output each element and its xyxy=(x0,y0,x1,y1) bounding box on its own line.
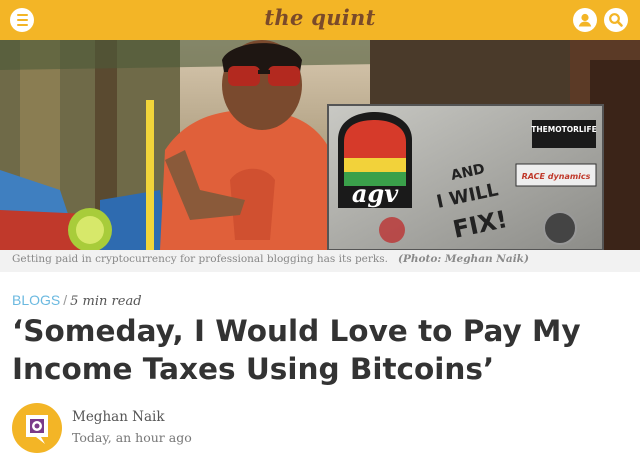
search-icon[interactable] xyxy=(604,8,628,32)
category-link[interactable]: BLOGS xyxy=(12,292,60,308)
board-motorlife-text: THEMOTORLIFE xyxy=(531,125,596,134)
article-meta: BLOGS/5 min read xyxy=(12,292,142,309)
image-caption: Getting paid in cryptocurrency for profe… xyxy=(12,253,529,265)
headline-line-1: ‘Someday, I Would Love to Pay My xyxy=(12,314,581,348)
read-time: 5 min read xyxy=(70,294,142,309)
site-logo[interactable]: the quint xyxy=(0,5,640,30)
image-caption-bar: Getting paid in cryptocurrency for profe… xyxy=(0,250,640,272)
board-agv-text: agv xyxy=(352,179,399,208)
author-avatar[interactable] xyxy=(12,403,62,453)
top-navigation-bar: the quint xyxy=(0,0,640,40)
headline-line-2: Income Taxes Using Bitcoins’ xyxy=(12,352,495,386)
publish-time: Today, an hour ago xyxy=(72,430,192,445)
author-name[interactable]: Meghan Naik xyxy=(72,409,165,425)
article-headline: ‘Someday, I Would Love to Pay My Income … xyxy=(12,312,612,388)
board-race-text: RACE dynamics xyxy=(522,172,591,181)
hero-image: agv AND I WILL FIX! THEMOTORLIFE RACE dy… xyxy=(0,40,640,250)
photo-credit: (Photo: Meghan Naik) xyxy=(398,253,529,265)
caption-text: Getting paid in cryptocurrency for profe… xyxy=(12,253,389,265)
user-icon[interactable] xyxy=(573,8,597,32)
meta-separator: / xyxy=(63,292,68,308)
